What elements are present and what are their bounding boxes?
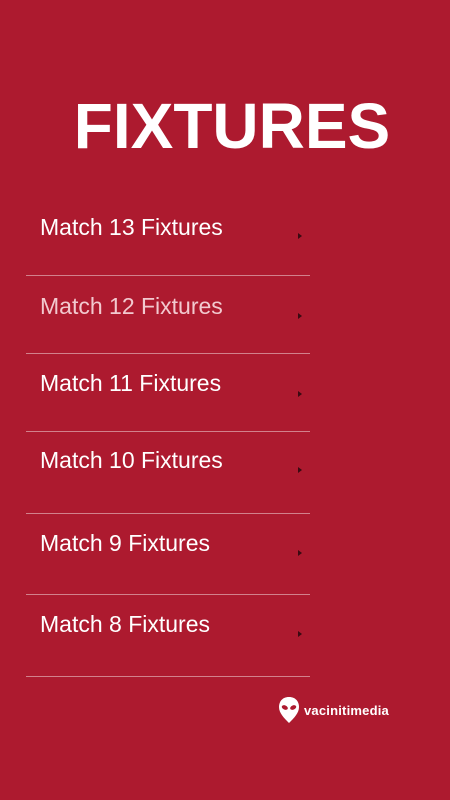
chevron-right-icon xyxy=(298,631,302,637)
fixture-item-label: Match 8 Fixtures xyxy=(40,611,210,637)
fixture-item-match-13[interactable]: Match 13 Fixtures xyxy=(26,192,310,276)
fixture-item-match-12[interactable]: Match 12 Fixtures xyxy=(26,276,310,354)
fixture-item-match-11[interactable]: Match 11 Fixtures xyxy=(26,354,310,432)
page-title: FIXTURES xyxy=(73,90,391,162)
fixture-item-label: Match 11 Fixtures xyxy=(40,370,222,396)
chevron-right-icon xyxy=(298,467,302,473)
alien-head-icon xyxy=(278,696,300,724)
fixture-item-match-9[interactable]: Match 9 Fixtures xyxy=(26,514,310,595)
fixture-item-label: Match 12 Fixtures xyxy=(40,293,223,319)
fixtures-list: Match 13 Fixtures Match 12 Fixtures Matc… xyxy=(26,192,310,677)
fixture-item-label: Match 9 Fixtures xyxy=(40,530,210,556)
chevron-right-icon xyxy=(298,233,302,239)
fixture-item-match-10[interactable]: Match 10 Fixtures xyxy=(26,432,310,514)
chevron-right-icon xyxy=(298,313,302,319)
chevron-right-icon xyxy=(298,391,302,397)
fixture-item-label: Match 13 Fixtures xyxy=(40,214,223,240)
fixture-item-match-8[interactable]: Match 8 Fixtures xyxy=(26,595,310,677)
fixtures-screen: FIXTURES Match 13 Fixtures Match 12 Fixt… xyxy=(0,0,450,800)
chevron-right-icon xyxy=(298,550,302,556)
fixture-item-label: Match 10 Fixtures xyxy=(40,447,223,473)
brand-logo: vacinitimedia xyxy=(278,696,389,724)
brand-name: vacinitimedia xyxy=(304,702,389,718)
